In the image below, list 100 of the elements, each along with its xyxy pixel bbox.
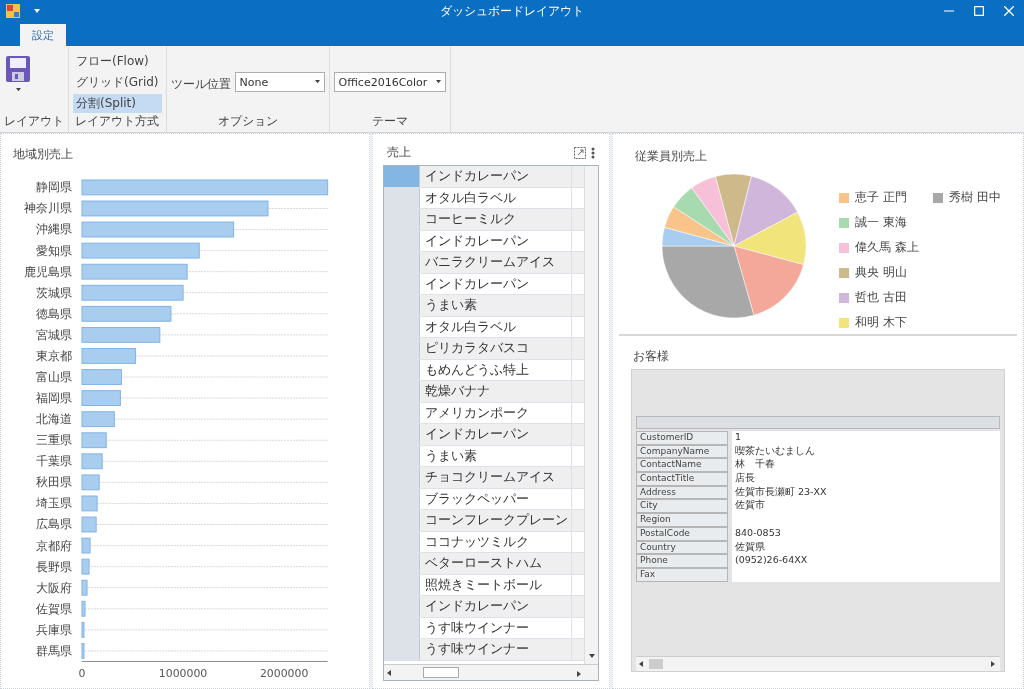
- field-value: (0952)26-64XX: [732, 554, 1000, 568]
- axis-label: 神奈川県: [24, 201, 73, 216]
- axis-label: 大阪府: [36, 580, 73, 595]
- table-cell: オタル白ラベル: [420, 316, 572, 337]
- table-cell: アメリカンポーク: [420, 402, 572, 423]
- ribbon-tab[interactable]: 設定: [20, 24, 66, 46]
- bar: [81, 411, 115, 428]
- axis-label: 千葉県: [36, 454, 73, 469]
- tick-label: 2000000: [259, 667, 309, 681]
- field-value: 店長: [732, 472, 1000, 486]
- scroll-right-arrow-icon: [577, 670, 583, 677]
- caret-icon: [15, 88, 21, 93]
- app-icon: [6, 4, 20, 18]
- table-cell: インドカレーパン: [420, 596, 572, 617]
- axis-label: 長野県: [36, 559, 73, 574]
- field-name: ContactTitle: [636, 472, 728, 486]
- bar: [81, 453, 103, 470]
- layout-mode-button[interactable]: グリッド(Grid): [73, 73, 162, 92]
- window-title: ダッシュボードレイアウト: [440, 2, 584, 20]
- scroll-down-arrow-icon: [588, 654, 595, 660]
- table-cell: インドカレーパン: [420, 166, 572, 187]
- bar: [81, 537, 91, 554]
- axis-label: 宮城県: [36, 327, 73, 342]
- scrollbar-thumb[interactable]: [649, 659, 663, 669]
- bar: [81, 558, 90, 575]
- table-cell: チョコクリームアイス: [420, 467, 572, 488]
- group-label: レイアウト方式: [74, 113, 161, 130]
- table-cell: うまい素: [420, 295, 572, 316]
- dropdown[interactable]: None: [234, 72, 325, 92]
- legend-label: 和明 木下: [855, 314, 907, 331]
- maximize-icon: [974, 6, 984, 16]
- close-icon: [1004, 6, 1014, 16]
- scroll-left-arrow-icon: [387, 669, 393, 676]
- quick-access-caret-icon: [34, 9, 40, 15]
- axis-label: 愛知県: [36, 243, 73, 258]
- legend-label: 偉久馬 森上: [855, 239, 919, 256]
- field-name: ContactName: [636, 458, 728, 473]
- row-header[interactable]: [384, 639, 420, 660]
- scroll-left-arrow-icon: [639, 661, 645, 667]
- bar: [81, 390, 121, 407]
- axis-label: 富山県: [36, 370, 73, 384]
- axis-label: 埼玉県: [36, 496, 73, 511]
- bar: [81, 600, 86, 617]
- table-cell: インドカレーパン: [420, 273, 572, 294]
- expand-icon[interactable]: [574, 146, 586, 159]
- field-name: City: [636, 499, 728, 514]
- axis-label: 静岡県: [36, 180, 73, 195]
- table-cell: バニラクリームアイス: [420, 252, 572, 273]
- bar: [81, 474, 100, 491]
- legend-label: 恵子 正門: [855, 189, 907, 206]
- field-name: Phone: [636, 554, 728, 568]
- bar: [81, 495, 98, 512]
- dropdown[interactable]: Office2016Color: [333, 72, 446, 92]
- table-cell: うす味ウインナー: [420, 617, 572, 638]
- tick-label: 0: [78, 667, 86, 681]
- layout-mode-button[interactable]: フロー(Flow): [73, 52, 162, 71]
- bar: [81, 432, 107, 449]
- more-vertical-icon[interactable]: [591, 146, 595, 159]
- row-header[interactable]: [384, 166, 420, 187]
- bar: [81, 369, 122, 385]
- chart-title: 地域別売上: [12, 146, 74, 163]
- axis-label: 徳島県: [36, 306, 73, 321]
- table-cell: ピリカラタバスコ: [420, 338, 572, 359]
- layout-mode-button[interactable]: 分割(Split): [73, 94, 162, 113]
- table-cell: ココナッツミルク: [420, 531, 572, 552]
- axis-label: 福岡県: [36, 391, 73, 406]
- axis-label: 広島県: [36, 517, 73, 532]
- scroll-right-arrow-icon: [991, 661, 997, 667]
- bar: [81, 643, 85, 659]
- table-cell: うまい素: [420, 445, 572, 466]
- legend-label: 秀樹 田中: [948, 189, 1001, 206]
- axis-label: 東京都: [36, 348, 73, 363]
- axis-label: 群馬県: [36, 643, 73, 658]
- table-cell: インドカレーパン: [420, 230, 572, 251]
- scrollbar-thumb[interactable]: [423, 667, 459, 678]
- table-cell: 照焼きミートボール: [420, 574, 572, 595]
- axis-label: 京都府: [36, 538, 73, 553]
- row-header[interactable]: [384, 187, 420, 208]
- axis-label: 兵庫県: [36, 622, 73, 637]
- table-cell: インドカレーパン: [420, 424, 572, 445]
- axis-label: 鹿児島県: [24, 264, 73, 279]
- legend-label: 哲也 古田: [855, 289, 907, 306]
- axis-label: 茨城県: [36, 285, 73, 300]
- legend-label: 誠一 東海: [855, 214, 907, 231]
- field-value: 林 千春: [732, 458, 1000, 473]
- table-cell: 乾燥バナナ: [420, 381, 572, 402]
- table-cell: ベターローストハム: [420, 553, 572, 574]
- axis-label: 三重県: [36, 433, 73, 448]
- field-label: ツール位置: [170, 76, 231, 93]
- axis-label: 佐賀県: [36, 601, 73, 616]
- chart-title: 従業員別売上: [634, 148, 708, 165]
- bar: [81, 621, 85, 638]
- table-cell: もめんどうふ特上: [420, 359, 572, 380]
- group-label: オプション: [216, 113, 279, 130]
- table-cell: コーヒーミルク: [420, 209, 572, 230]
- legend-label: 典央 明山: [855, 264, 907, 281]
- table-cell: オタル白ラベル: [420, 187, 572, 208]
- bar: [81, 348, 137, 364]
- axis-label: 沖縄県: [36, 222, 73, 237]
- panel-title: お客様: [632, 348, 670, 365]
